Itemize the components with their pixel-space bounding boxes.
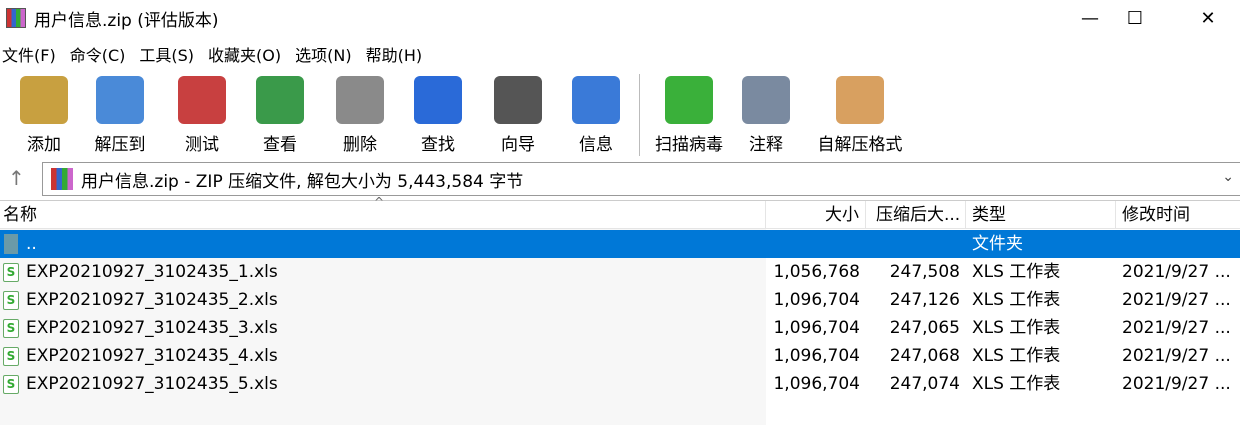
- file-name: EXP20210927_3102435_2.xls: [26, 290, 278, 310]
- file-size: 1,096,704: [773, 374, 860, 394]
- toolbar-button-info[interactable]: 信息: [558, 76, 634, 155]
- parent-folder-row[interactable]: .. 文件夹: [0, 230, 1240, 258]
- xls-file-icon: S: [3, 263, 19, 282]
- xls-file-icon: S: [3, 375, 19, 394]
- toolbar-button-view-book[interactable]: 查看: [242, 76, 318, 155]
- toolbar-button-extract-folder[interactable]: 解压到: [82, 76, 158, 155]
- menu-item[interactable]: 帮助(H): [366, 42, 423, 66]
- zip-archive-icon: [51, 168, 73, 190]
- toolbar-label: 删除: [343, 135, 377, 155]
- file-row[interactable]: S EXP20210927_3102435_2.xls 1,096,704 24…: [0, 286, 1240, 314]
- file-type: XLS 工作表: [972, 374, 1061, 394]
- file-size: 1,056,768: [773, 262, 860, 282]
- toolbar-button-wizard-wand[interactable]: 向导: [480, 76, 556, 155]
- toolbar-label: 添加: [27, 135, 61, 155]
- column-name[interactable]: 名称: [0, 201, 766, 229]
- file-size: 1,096,704: [773, 346, 860, 366]
- chevron-down-icon[interactable]: ⌄: [1222, 169, 1234, 185]
- toolbar-label: 扫描病毒: [655, 135, 723, 155]
- virus-scan-icon: [665, 76, 713, 124]
- close-button[interactable]: ✕: [1178, 0, 1238, 36]
- file-name: EXP20210927_3102435_4.xls: [26, 346, 278, 366]
- view-book-icon: [256, 76, 304, 124]
- file-type: XLS 工作表: [972, 346, 1061, 366]
- toolbar-label: 解压到: [94, 135, 146, 155]
- window-title: 用户信息.zip (评估版本): [34, 10, 219, 31]
- toolbar: 添加 解压到 测试 查看 删除 查找 向导 信息 扫描病毒 注释 自解压格式: [0, 72, 1240, 160]
- toolbar-button-virus-scan[interactable]: 扫描病毒: [646, 76, 732, 155]
- folder-icon: [4, 234, 18, 254]
- file-packed: 247,126: [889, 290, 960, 310]
- toolbar-button-delete-trash[interactable]: 删除: [322, 76, 398, 155]
- toolbar-label: 信息: [579, 135, 613, 155]
- file-name: EXP20210927_3102435_3.xls: [26, 318, 278, 338]
- toolbar-button-find-magnifier[interactable]: 查找: [400, 76, 476, 155]
- column-size[interactable]: 大小: [766, 201, 866, 229]
- menu-item[interactable]: 工具(S): [139, 42, 194, 66]
- file-row[interactable]: S EXP20210927_3102435_4.xls 1,096,704 24…: [0, 342, 1240, 370]
- toolbar-label: 注释: [749, 135, 783, 155]
- file-packed: 247,508: [889, 262, 960, 282]
- xls-file-icon: S: [3, 319, 19, 338]
- wizard-wand-icon: [494, 76, 542, 124]
- extract-folder-icon: [96, 76, 144, 124]
- comment-icon: [742, 76, 790, 124]
- file-name: EXP20210927_3102435_1.xls: [26, 262, 278, 282]
- address-text: 用户信息.zip - ZIP 压缩文件, 解包大小为 5,443,584 字节: [81, 171, 524, 192]
- menu-item[interactable]: 收藏夹(O): [208, 42, 281, 66]
- toolbar-label: 自解压格式: [817, 135, 903, 155]
- column-type[interactable]: 类型: [966, 201, 1116, 229]
- file-row[interactable]: S EXP20210927_3102435_1.xls 1,056,768 24…: [0, 258, 1240, 286]
- file-modified: 2021/9/27 ...: [1122, 262, 1231, 282]
- parent-type: 文件夹: [972, 234, 1023, 254]
- toolbar-separator: [639, 74, 640, 156]
- add-archive-icon: [20, 76, 68, 124]
- address-field[interactable]: 用户信息.zip - ZIP 压缩文件, 解包大小为 5,443,584 字节 …: [42, 162, 1240, 196]
- up-arrow-icon[interactable]: ↑: [8, 166, 25, 190]
- address-bar: ↑ 用户信息.zip - ZIP 压缩文件, 解包大小为 5,443,584 字…: [0, 162, 1240, 196]
- info-icon: [572, 76, 620, 124]
- menu-bar: 文件(F) 命令(C) 工具(S) 收藏夹(O) 选项(N) 帮助(H): [0, 40, 434, 68]
- test-clipboard-icon: [178, 76, 226, 124]
- column-packed[interactable]: 压缩后大...: [866, 201, 966, 229]
- toolbar-button-add-archive[interactable]: 添加: [6, 76, 82, 155]
- toolbar-button-sfx-box[interactable]: 自解压格式: [812, 76, 908, 155]
- file-type: XLS 工作表: [972, 318, 1061, 338]
- parent-name: ..: [26, 234, 37, 254]
- file-modified: 2021/9/27 ...: [1122, 318, 1231, 338]
- xls-file-icon: S: [3, 291, 19, 310]
- menu-item[interactable]: 选项(N): [295, 42, 351, 66]
- file-packed: 247,074: [889, 374, 960, 394]
- delete-trash-icon: [336, 76, 384, 124]
- file-packed: 247,068: [889, 346, 960, 366]
- column-modified[interactable]: 修改时间: [1116, 201, 1240, 229]
- file-modified: 2021/9/27 ...: [1122, 374, 1231, 394]
- file-row[interactable]: S EXP20210927_3102435_3.xls 1,096,704 24…: [0, 314, 1240, 342]
- menu-item[interactable]: 命令(C): [70, 42, 126, 66]
- toolbar-label: 向导: [501, 135, 535, 155]
- file-modified: 2021/9/27 ...: [1122, 346, 1231, 366]
- file-row[interactable]: S EXP20210927_3102435_5.xls 1,096,704 24…: [0, 370, 1240, 398]
- toolbar-label: 测试: [185, 135, 219, 155]
- column-header: ^ 名称 大小 压缩后大... 类型 修改时间: [0, 195, 1240, 229]
- sfx-box-icon: [836, 76, 884, 124]
- maximize-button[interactable]: ☐: [1105, 0, 1165, 36]
- title-bar: 用户信息.zip (评估版本) — ☐ ✕: [0, 0, 1240, 36]
- find-magnifier-icon: [414, 76, 462, 124]
- xls-file-icon: S: [3, 347, 19, 366]
- toolbar-button-test-clipboard[interactable]: 测试: [164, 76, 240, 155]
- file-type: XLS 工作表: [972, 262, 1061, 282]
- file-type: XLS 工作表: [972, 290, 1061, 310]
- file-name: EXP20210927_3102435_5.xls: [26, 374, 278, 394]
- file-modified: 2021/9/27 ...: [1122, 290, 1231, 310]
- toolbar-label: 查找: [421, 135, 455, 155]
- file-size: 1,096,704: [773, 290, 860, 310]
- toolbar-label: 查看: [263, 135, 297, 155]
- file-packed: 247,065: [889, 318, 960, 338]
- file-size: 1,096,704: [773, 318, 860, 338]
- winrar-app-icon: [6, 8, 26, 28]
- menu-item[interactable]: 文件(F): [2, 42, 56, 66]
- toolbar-button-comment[interactable]: 注释: [728, 76, 804, 155]
